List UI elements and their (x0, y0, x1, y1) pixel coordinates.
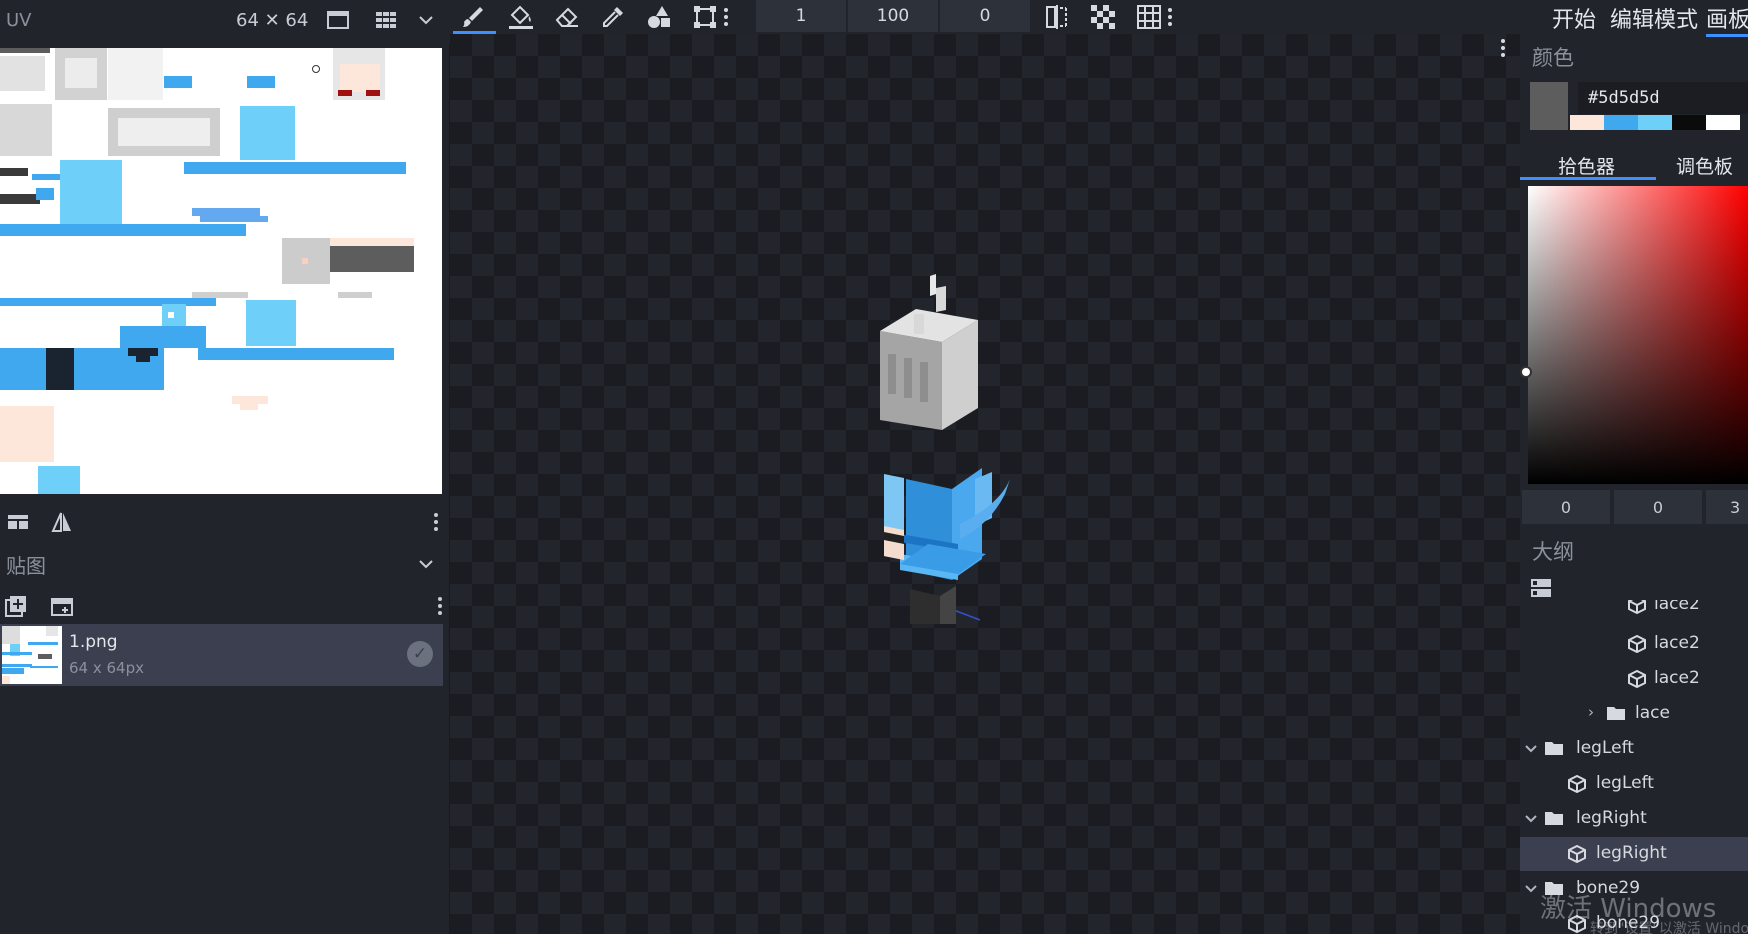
character-model[interactable] (870, 264, 1070, 624)
chevron-down-icon[interactable] (1524, 884, 1538, 894)
outliner-cube-row[interactable]: lace2 (1520, 600, 1748, 622)
more-options-icon[interactable] (716, 0, 736, 34)
outline-view-icon[interactable] (1530, 578, 1552, 602)
more-options-icon[interactable] (1160, 0, 1180, 34)
rgb-input-g[interactable]: 0 (1614, 490, 1702, 524)
paint-toolbar: 1 100 0 (450, 0, 1520, 34)
outliner-cube-row[interactable]: legLeft (1520, 767, 1748, 801)
brush-icon[interactable] (450, 0, 496, 34)
checkmark-icon[interactable]: ✓ (407, 641, 433, 667)
chevron-down-icon[interactable] (410, 548, 442, 580)
saturation-value-picker[interactable] (1528, 186, 1748, 484)
chevron-right-icon[interactable]: › (1588, 703, 1594, 721)
outliner-cube-row-selected[interactable]: legRight (1520, 837, 1748, 871)
current-color-swatch[interactable] (1530, 82, 1568, 130)
cube-icon (1628, 635, 1646, 653)
outline-tree: lace2 lace2 lace2 › lace legLeft legLeft… (1520, 600, 1748, 934)
folder-icon (1545, 742, 1563, 755)
menu-start[interactable]: 开始 (1552, 2, 1596, 34)
outline-toolbar (1530, 578, 1552, 602)
texture-header[interactable]: 贴图 (0, 546, 450, 582)
chevron-down-icon[interactable] (1524, 814, 1538, 824)
menu-edit-mode[interactable]: 编辑模式 (1610, 2, 1698, 34)
uv-title: UV (6, 10, 32, 31)
mirror-icon[interactable] (46, 506, 78, 538)
brush-softness-input[interactable]: 0 (940, 0, 1030, 32)
hex-color-input[interactable]: #5d5d5d (1578, 82, 1748, 114)
import-texture-icon[interactable] (0, 590, 32, 622)
palette-swatch[interactable] (1706, 115, 1740, 130)
right-panel: 颜色 #5d5d5d 拾色器 调色板 0 0 3 大纲 lace2 lace2 … (1520, 0, 1748, 934)
uv-toolbar (0, 500, 450, 544)
outliner-cube-row[interactable]: lace2 (1520, 627, 1748, 661)
brush-size-input[interactable]: 1 (756, 0, 846, 32)
palette-swatch[interactable] (1570, 115, 1604, 130)
color-panel-title: 颜色 (1532, 46, 1574, 70)
outliner-folder-row[interactable]: › lace (1520, 697, 1748, 731)
texture-title: 贴图 (6, 554, 46, 578)
folder-icon (1545, 812, 1563, 825)
cube-icon (1628, 670, 1646, 688)
layout-icon[interactable] (2, 506, 34, 538)
folder-icon (1607, 707, 1625, 720)
mode-menu: 开始 编辑模式 画板 (1540, 0, 1748, 37)
rgb-input-r[interactable]: 0 (1522, 490, 1610, 524)
cube-icon (1568, 775, 1586, 793)
uv-header: UV 64 ✕ 64 (0, 0, 450, 44)
texture-name: 1.png (69, 632, 118, 652)
transparency-grid-icon[interactable] (1080, 0, 1126, 34)
palette-swatch[interactable] (1638, 115, 1672, 130)
fullscreen-icon[interactable] (322, 4, 354, 36)
rgb-input-b[interactable]: 3 (1706, 490, 1748, 524)
tab-color-picker[interactable]: 拾色器 (1520, 146, 1656, 180)
outliner-cube-row[interactable]: lace2 (1520, 662, 1748, 696)
brush-opacity-input[interactable]: 100 (848, 0, 938, 32)
fill-bucket-icon[interactable] (498, 0, 544, 34)
3d-viewport[interactable]: Y X (450, 34, 1520, 934)
texture-toolbar (0, 590, 450, 624)
menu-paint[interactable]: 画板 (1706, 2, 1748, 37)
texture-dimensions: 64 x 64px (69, 659, 144, 677)
left-panel: UV 64 ✕ 64 贴图 1.png 64 x 64px ✓ (0, 0, 450, 934)
shapes-icon[interactable] (636, 0, 682, 34)
activation-watermark-hint: 转到"设置"以激活 Windows。 (1590, 921, 1748, 934)
eraser-icon[interactable] (544, 0, 590, 34)
texture-thumbnail (2, 626, 62, 684)
palette-swatch[interactable] (1672, 115, 1706, 130)
cube-icon (1568, 845, 1586, 863)
more-options-icon[interactable] (1500, 38, 1506, 62)
mirror-painting-icon[interactable] (1034, 0, 1080, 34)
more-options-icon[interactable] (420, 506, 452, 538)
chevron-down-icon[interactable] (1524, 744, 1538, 754)
palette-swatch[interactable] (1604, 115, 1638, 130)
grid-view-icon[interactable] (370, 4, 402, 36)
picker-handle[interactable] (1520, 366, 1532, 378)
outline-title: 大纲 (1532, 540, 1574, 564)
texture-list-item[interactable]: 1.png 64 x 64px ✓ (0, 624, 443, 686)
color-picker-icon[interactable] (590, 0, 636, 34)
outliner-folder-row[interactable]: legLeft (1520, 732, 1748, 766)
tab-palette[interactable]: 调色板 (1676, 146, 1748, 180)
chevron-down-icon[interactable] (410, 4, 442, 36)
uv-texture-canvas[interactable] (0, 48, 442, 494)
outliner-folder-row[interactable]: legRight (1520, 802, 1748, 836)
cube-icon (1628, 600, 1646, 614)
recent-colors (1570, 115, 1748, 130)
uv-size-label[interactable]: 64 ✕ 64 (236, 10, 308, 31)
new-texture-icon[interactable] (46, 590, 78, 622)
